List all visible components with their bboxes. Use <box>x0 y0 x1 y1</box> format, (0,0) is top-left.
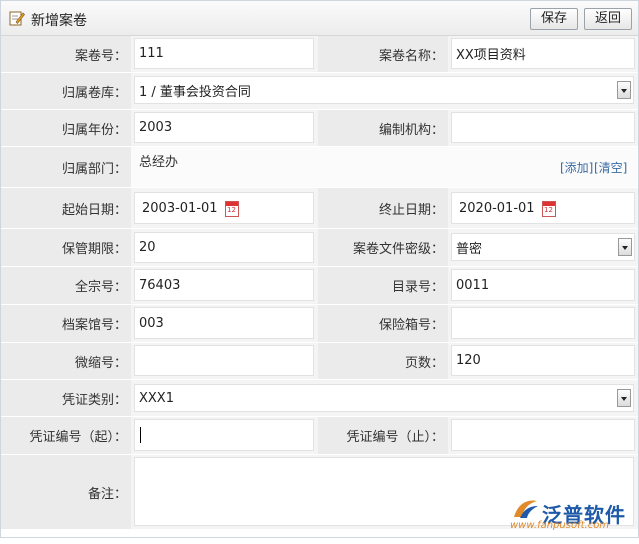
case-name-label: 案卷名称： <box>318 36 448 72</box>
archive-lib-select[interactable]: 1 / 董事会投资合同 <box>134 76 634 104</box>
voucher-type-label: 凭证类别： <box>1 380 131 416</box>
microfilm-cell <box>131 343 318 379</box>
dept-value: 总经办 <box>139 155 179 170</box>
end-date-cell: 2020-01-01 <box>448 188 638 228</box>
pages-input[interactable]: 120 <box>451 345 635 376</box>
voucher-type-select[interactable]: XXX1 <box>134 384 634 412</box>
secret-cell: 普密 <box>448 229 638 266</box>
calendar-icon[interactable] <box>542 201 556 217</box>
brand-url: www.fanpusoft.com <box>510 520 610 531</box>
pages-label: 页数： <box>318 343 448 379</box>
period-input[interactable]: 20 <box>134 232 314 263</box>
secret-label: 案卷文件密级： <box>318 229 448 266</box>
dept-add-link[interactable]: [添加] <box>560 159 593 176</box>
voucher-type-cell: XXX1 <box>131 380 638 416</box>
page-title: 新增案卷 <box>31 13 87 29</box>
archive-lib-cell: 1 / 董事会投资合同 <box>131 73 638 109</box>
title-bar: 新增案卷 保存 返回 <box>1 1 638 36</box>
voucher-start-cell <box>131 417 318 454</box>
case-no-input[interactable]: 111 <box>134 38 314 69</box>
chevron-down-icon[interactable] <box>617 81 631 99</box>
microfilm-input[interactable] <box>134 345 314 376</box>
year-label: 归属年份： <box>1 110 131 146</box>
year-input[interactable]: 2003 <box>134 112 314 143</box>
voucher-end-input[interactable] <box>451 419 635 451</box>
voucher-end-label: 凭证编号（止）： <box>318 417 448 454</box>
brand-mark-icon <box>514 500 538 518</box>
catalog-no-cell: 0011 <box>448 267 638 304</box>
case-name-input[interactable]: XX项目资料 <box>451 38 635 69</box>
archive-code-cell: 003 <box>131 305 318 342</box>
archive-code-label: 档案馆号： <box>1 305 131 342</box>
start-date-cell: 2003-01-01 <box>131 188 318 228</box>
voucher-start-label: 凭证编号（起）： <box>1 417 131 454</box>
start-date-label: 起始日期： <box>1 188 131 228</box>
archive-code-input[interactable]: 003 <box>134 307 314 339</box>
case-no-label: 案卷号： <box>1 36 131 72</box>
back-button[interactable]: 返回 <box>584 8 632 30</box>
case-no-cell: 111 <box>131 36 318 72</box>
voucher-start-input[interactable] <box>134 419 314 451</box>
org-label: 编制机构： <box>318 110 448 146</box>
catalog-no-input[interactable]: 0011 <box>451 269 635 301</box>
case-name-cell: XX项目资料 <box>448 36 638 72</box>
chevron-down-icon[interactable] <box>617 389 631 407</box>
form-window: 新增案卷 保存 返回 案卷号： 111 案卷名称： XX项目资料 归属卷库： 1… <box>0 0 639 538</box>
voucher-end-cell <box>448 417 638 454</box>
remark-label: 备注： <box>1 455 131 529</box>
start-date-input[interactable]: 2003-01-01 <box>134 192 314 224</box>
edit-icon <box>9 11 25 26</box>
year-cell: 2003 <box>131 110 318 146</box>
dept-cell: 总经办 [添加] [清空] <box>131 147 638 187</box>
end-date-label: 终止日期： <box>318 188 448 228</box>
dept-clear-link[interactable]: [清空] <box>594 159 627 176</box>
period-cell: 20 <box>131 229 318 266</box>
archive-lib-label: 归属卷库： <box>1 73 131 109</box>
secret-value: 普密 <box>456 241 483 257</box>
org-input[interactable] <box>451 112 635 143</box>
chevron-down-icon[interactable] <box>618 238 632 256</box>
voucher-type-value: XXX1 <box>139 390 174 406</box>
safe-box-label: 保险箱号： <box>318 305 448 342</box>
safe-box-cell <box>448 305 638 342</box>
catalog-no-label: 目录号： <box>318 267 448 304</box>
period-label: 保管期限： <box>1 229 131 266</box>
fonds-no-input[interactable]: 76403 <box>134 269 314 301</box>
pages-cell: 120 <box>448 343 638 379</box>
calendar-icon[interactable] <box>225 201 239 217</box>
archive-lib-value: 1 / 董事会投资合同 <box>139 84 251 100</box>
fonds-no-cell: 76403 <box>131 267 318 304</box>
dept-label: 归属部门： <box>1 147 131 187</box>
fonds-no-label: 全宗号： <box>1 267 131 304</box>
safe-box-input[interactable] <box>451 307 635 339</box>
text-caret <box>140 427 141 443</box>
org-cell <box>448 110 638 146</box>
secret-select[interactable]: 普密 <box>451 233 635 261</box>
microfilm-label: 微缩号： <box>1 343 131 379</box>
save-button[interactable]: 保存 <box>530 8 578 30</box>
brand-logo: 泛普软件 www.fanpusoft.com <box>508 497 634 533</box>
